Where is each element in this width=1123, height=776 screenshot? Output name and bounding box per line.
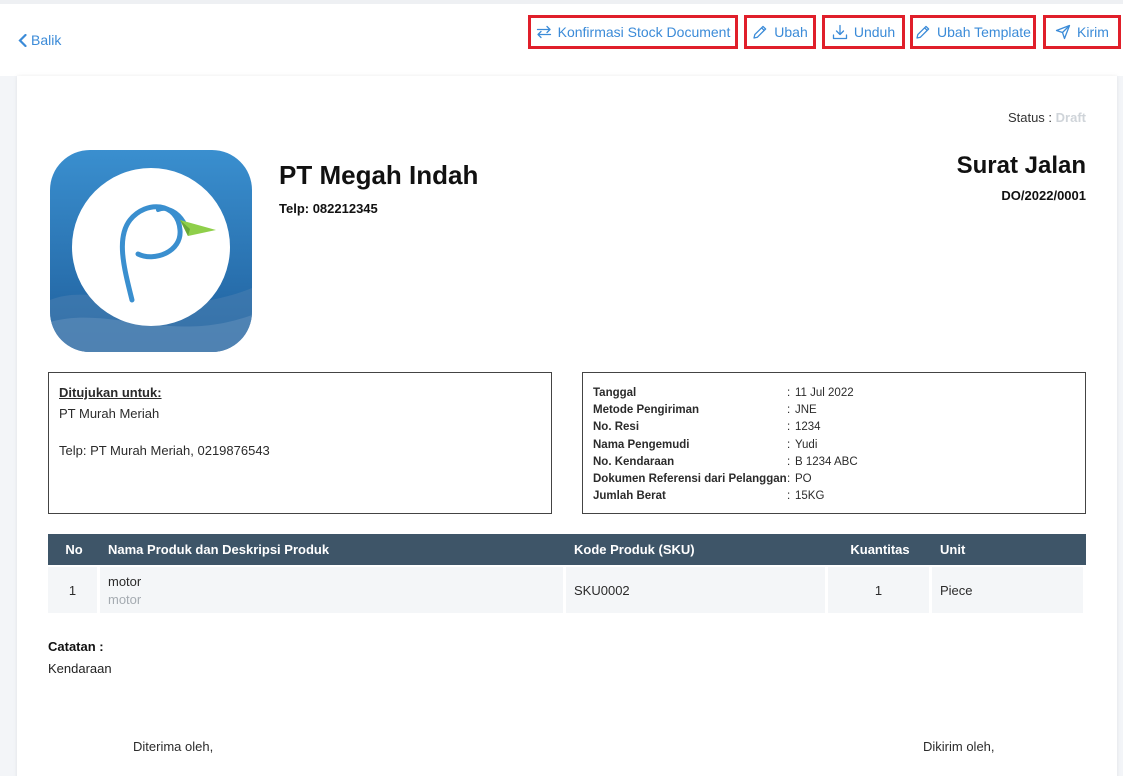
received-by-label: Diterima oleh,	[133, 739, 214, 754]
detail-value: JNE	[795, 404, 817, 417]
detail-row: No. Resi:1234	[593, 419, 858, 436]
items-table: No Nama Produk dan Deskripsi Produk Kode…	[48, 534, 1086, 613]
shipment-details-box: Tanggal:11 Jul 2022 Metode Pengiriman: JN…	[582, 372, 1086, 514]
detail-value: 15KG	[795, 490, 825, 503]
back-link[interactable]: Balik	[18, 32, 61, 48]
detail-label: Jumlah Berat	[593, 490, 666, 503]
column-header-no: No	[48, 534, 100, 565]
detail-colon: :	[787, 473, 791, 486]
detail-label: Metode Pengiriman	[593, 404, 700, 417]
company-phone: Telp: 082212345	[279, 201, 378, 216]
company-logo	[50, 150, 252, 352]
detail-value: Yudi	[795, 438, 818, 451]
swap-arrows-icon	[536, 25, 551, 39]
detail-row: Nama Pengemudi: Yudi	[593, 437, 858, 454]
status-label: Status :	[1007, 110, 1053, 125]
edit-label: Ubah	[774, 24, 808, 40]
row-sku: SKU0002	[566, 565, 828, 613]
row-no: 1	[48, 565, 100, 613]
detail-colon: :	[787, 490, 791, 503]
column-header-unit: Unit	[932, 534, 1086, 565]
detail-colon: :	[787, 421, 791, 434]
detail-label: Nama Pengemudi	[593, 438, 690, 451]
send-label: Kirim	[1077, 24, 1109, 40]
detail-row: No. Kendaraan: B 1234 ABC	[593, 454, 858, 471]
edit-button[interactable]: Ubah	[744, 15, 816, 49]
status-badge: Draft	[1055, 110, 1086, 125]
detail-colon: :	[787, 404, 791, 417]
company-name: PT Megah Indah	[279, 160, 479, 190]
document-title: Surat Jalan	[956, 152, 1086, 179]
detail-label: No. Kendaraan	[593, 455, 675, 468]
chevron-left-icon	[18, 33, 27, 47]
detail-label: Dokumen Referensi dari Pelanggan	[593, 473, 787, 486]
row-unit: Piece	[932, 565, 1086, 613]
recipient-box: Ditujukan untuk: PT Murah Meriah Telp: P…	[48, 372, 552, 514]
download-label: Unduh	[853, 24, 896, 40]
detail-value: B 1234 ABC	[795, 455, 858, 468]
items-header-row: No Nama Produk dan Deskripsi Produk Kode…	[48, 534, 1086, 565]
status-indicator: Status : Draft	[1008, 110, 1086, 125]
detail-value: 11 Jul 2022	[795, 387, 854, 399]
detail-label: Tanggal	[593, 387, 637, 399]
edit-template-label: Ubah Template	[937, 24, 1031, 40]
download-button[interactable]: Unduh	[822, 15, 905, 49]
detail-colon: :	[787, 438, 791, 451]
row-product: motor motor	[100, 565, 566, 613]
notes-value: Kendaraan	[48, 661, 112, 676]
detail-colon: :	[787, 455, 791, 468]
send-icon	[1055, 24, 1071, 40]
edit-template-button[interactable]: Ubah Template	[910, 15, 1036, 49]
sent-by-label: Dikirim oleh,	[923, 739, 995, 754]
delivery-order-document: Status : Draft PT Megah Indah Telp: 0822…	[17, 76, 1117, 776]
detail-row: Metode Pengiriman: JNE	[593, 402, 858, 419]
recipient-phone: Telp: PT Murah Meriah, 0219876543	[59, 443, 270, 458]
product-description: motor	[108, 591, 142, 607]
detail-label: No. Resi	[593, 421, 640, 434]
pencil-icon	[753, 25, 767, 39]
confirm-stock-document-button[interactable]: Konfirmasi Stock Document	[528, 15, 738, 49]
table-row: 1 motor motor SKU0002 1 Piece	[48, 565, 1086, 613]
recipient-heading: Ditujukan untuk:	[59, 385, 162, 400]
back-label: Balik	[31, 32, 62, 48]
column-header-quantity: Kuantitas	[828, 534, 932, 565]
detail-colon: :	[787, 387, 791, 399]
detail-value: 1234	[795, 421, 821, 434]
column-header-sku: Kode Produk (SKU)	[566, 534, 828, 565]
top-bar: Balik Konfirmasi Stock Document Ubah Und…	[0, 0, 1123, 76]
detail-row: Jumlah Berat:15KG	[593, 488, 858, 505]
product-name: motor	[108, 573, 142, 589]
recipient-name: PT Murah Meriah	[59, 406, 160, 421]
column-header-product: Nama Produk dan Deskripsi Produk	[100, 534, 566, 565]
notes-label: Catatan :	[48, 639, 104, 654]
pencil-icon	[916, 25, 930, 39]
download-icon	[832, 24, 848, 40]
detail-row: Tanggal:11 Jul 2022	[593, 385, 858, 402]
send-button[interactable]: Kirim	[1043, 15, 1121, 49]
confirm-stock-document-label: Konfirmasi Stock Document	[557, 24, 731, 40]
detail-row: Dokumen Referensi dari Pelanggan: PO	[593, 471, 858, 488]
row-quantity: 1	[828, 565, 932, 613]
detail-value: PO	[795, 473, 812, 486]
document-number: DO/2022/0001	[1001, 188, 1086, 203]
shipment-details-table: Tanggal:11 Jul 2022 Metode Pengiriman: JN…	[593, 385, 858, 505]
